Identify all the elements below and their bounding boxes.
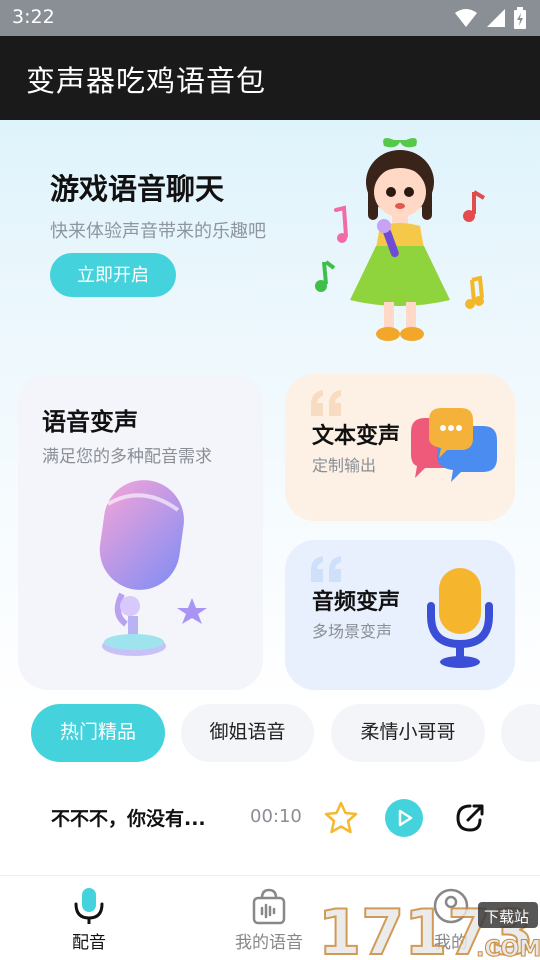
voice-bag-icon: [252, 888, 286, 925]
voice-change-title: 语音变声: [42, 408, 138, 436]
tab-partial[interactable]: [501, 704, 540, 762]
favorite-star-icon[interactable]: [321, 798, 361, 838]
nav-label-dubbing: 配音: [72, 933, 106, 953]
play-button-icon[interactable]: [384, 798, 424, 838]
music-note-icon: [465, 275, 484, 309]
share-icon[interactable]: [450, 798, 490, 838]
site-watermark-logo: 17173 下载站 .COM: [317, 895, 540, 960]
hero-subtitle: 快来体验声音带来的乐趣吧: [50, 221, 266, 242]
status-bar: 3:22: [0, 0, 540, 36]
quote-mark-icon: [311, 556, 341, 582]
nav-item-my-voice[interactable]: 我的语音: [214, 876, 324, 960]
category-tabs: 热门精品 御姐语音 柔情小哥哥: [0, 704, 540, 764]
text-voice-subtitle: 定制输出: [312, 456, 377, 475]
list-item[interactable]: 不不不，你没有... 00:10: [0, 780, 540, 856]
chat-bubbles-icon: [411, 408, 497, 482]
hero-title: 游戏语音聊天: [50, 172, 225, 206]
girl-singer-illustration: [315, 138, 486, 341]
voice-change-subtitle: 满足您的多种配音需求: [42, 447, 212, 467]
music-note-icon: [315, 260, 336, 292]
microphone-illustration: [99, 480, 207, 656]
tab-hot-picks[interactable]: 热门精品: [31, 704, 165, 762]
main-content[interactable]: 游戏语音聊天 快来体验声音带来的乐趣吧 立即开启 语音变声 满足您的多种配音需求…: [0, 120, 540, 875]
text-voice-title: 文本变声: [312, 424, 401, 449]
music-note-icon: [334, 205, 348, 243]
tab-gentle-brother[interactable]: 柔情小哥哥: [331, 704, 485, 762]
wifi-icon: [455, 9, 477, 27]
svg-text:下载站: 下载站: [484, 908, 529, 926]
app-title: 变声器吃鸡语音包: [26, 64, 267, 98]
svg-text:.COM: .COM: [476, 937, 540, 960]
app-bar: 变声器吃鸡语音包: [0, 36, 540, 120]
cellular-signal-icon: [487, 9, 505, 27]
track-duration: 00:10: [250, 806, 302, 827]
audio-voice-title: 音频变声: [312, 590, 401, 615]
tab-royal-sister-voice[interactable]: 御姐语音: [181, 704, 314, 762]
audio-voice-card[interactable]: 音频变声 多场景变声: [285, 540, 515, 690]
microphone-icon: [427, 568, 493, 668]
track-title: 不不不，你没有...: [51, 808, 206, 830]
battery-icon: [514, 7, 526, 29]
nav-item-dubbing[interactable]: 配音: [34, 876, 144, 960]
nav-label-my-voice: 我的语音: [235, 933, 303, 953]
status-icons: [454, 7, 526, 29]
voice-change-card[interactable]: 语音变声 满足您的多种配音需求: [18, 374, 263, 690]
quote-mark-icon: [311, 390, 341, 416]
start-now-button[interactable]: 立即开启: [50, 253, 176, 297]
status-time: 3:22: [12, 6, 55, 28]
audio-voice-subtitle: 多场景变声: [312, 622, 393, 641]
text-voice-card[interactable]: 文本变声 定制输出: [285, 374, 515, 521]
music-note-icon: [463, 190, 486, 222]
microphone-icon: [74, 888, 104, 924]
